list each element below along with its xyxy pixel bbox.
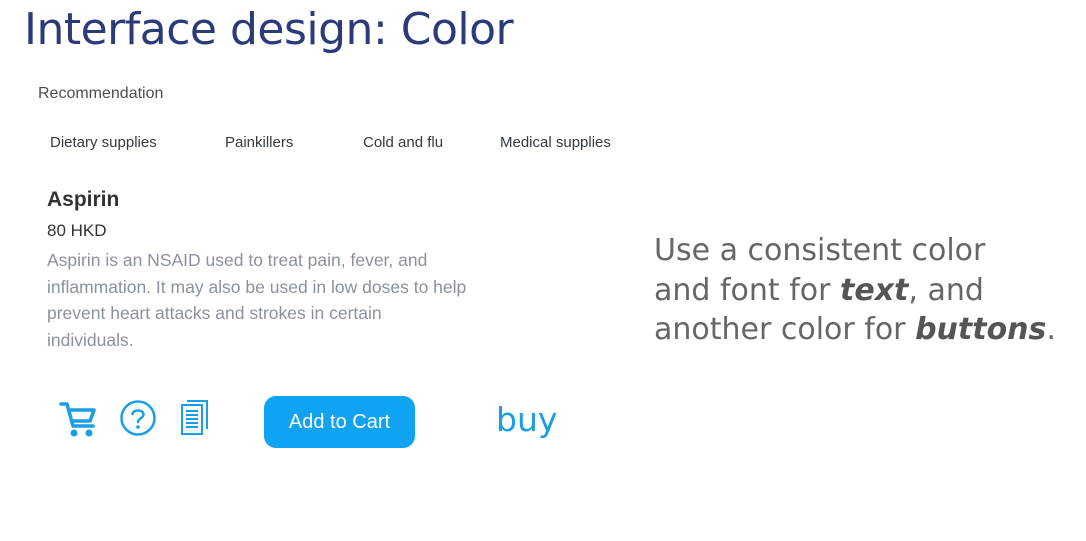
cart-icon[interactable] — [58, 400, 100, 440]
product-name: Aspirin — [47, 188, 120, 211]
tab-painkillers[interactable]: Painkillers — [225, 134, 293, 151]
document-icon[interactable] — [178, 398, 214, 438]
slide-title: Interface design: Color — [24, 4, 514, 55]
tab-medical-supplies[interactable]: Medical supplies — [500, 134, 611, 151]
tab-dietary-supplies[interactable]: Dietary supplies — [50, 134, 157, 151]
product-description: Aspirin is an NSAID used to treat pain, … — [47, 250, 467, 350]
note-line-3-post: . — [1046, 312, 1056, 347]
note-emphasis-buttons: buttons — [915, 312, 1047, 347]
note-line-2-post: , and — [908, 272, 984, 308]
tab-cold-and-flu[interactable]: Cold and flu — [363, 134, 443, 151]
product-price: 80 HKD — [47, 221, 107, 240]
recommendation-label: Recommendation — [38, 85, 164, 102]
buy-link[interactable]: buy — [496, 400, 557, 439]
help-icon[interactable] — [119, 399, 157, 437]
category-tabs: Dietary supplies Painkillers Cold and fl… — [0, 134, 640, 156]
note-line-2-pre: and font for — [654, 272, 840, 308]
note-line-1: Use a consistent color — [654, 233, 986, 268]
note-emphasis-text: text — [840, 272, 909, 308]
add-to-cart-button[interactable]: Add to Cart — [264, 396, 415, 448]
note-line-3-pre: another color for — [654, 312, 916, 347]
design-note: Use a consistent color and font for text… — [654, 231, 1056, 350]
